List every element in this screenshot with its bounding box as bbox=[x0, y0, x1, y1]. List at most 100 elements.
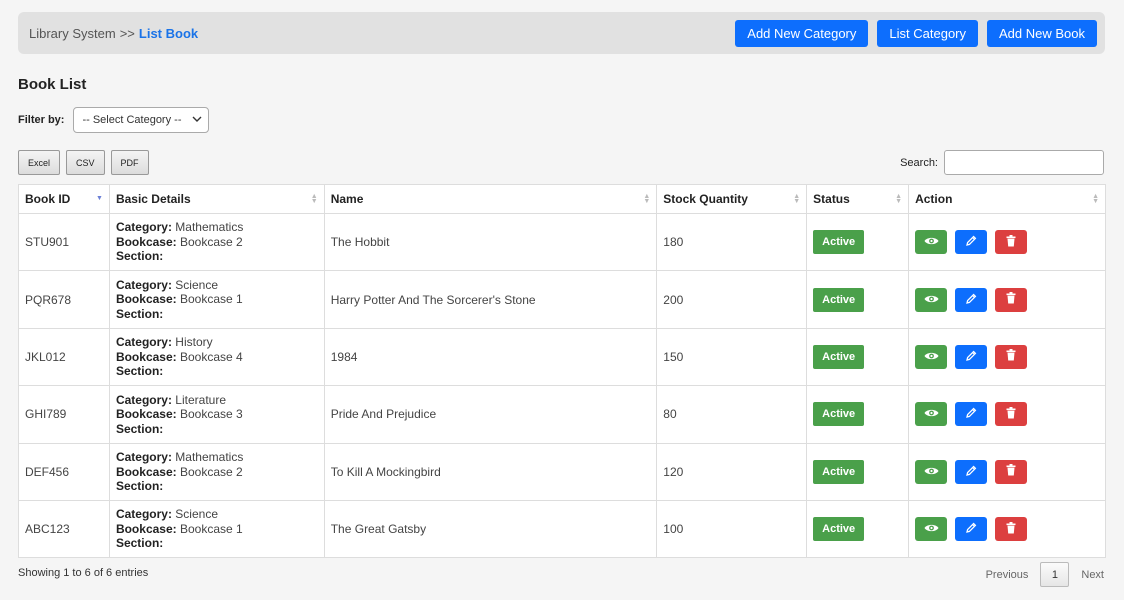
delete-button[interactable] bbox=[995, 344, 1028, 369]
status-badge: Active bbox=[813, 517, 865, 542]
sort-icon: ▲ ▼ bbox=[310, 193, 318, 205]
view-button[interactable] bbox=[915, 230, 948, 255]
status-cell: Active bbox=[806, 442, 910, 501]
category-select[interactable]: -- Select Category -- bbox=[73, 107, 210, 133]
page-1-button[interactable]: 1 bbox=[1040, 562, 1070, 587]
column-header-book-id[interactable]: Book ID ▼ bbox=[18, 184, 110, 214]
view-button[interactable] bbox=[915, 402, 948, 427]
section-label: Section: bbox=[115, 421, 164, 436]
column-header-label: Book ID bbox=[25, 192, 71, 206]
export-buttons: Excel CSV PDF bbox=[18, 150, 149, 175]
table-info: Showing 1 to 6 of 6 entries bbox=[18, 567, 149, 579]
basic-details-cell: Category: Science Bookcase: Bookcase 1 Sec… bbox=[108, 270, 325, 329]
search-input[interactable] bbox=[944, 150, 1104, 175]
status-badge: Active bbox=[813, 230, 865, 255]
table-row: ABC123 Category: Science Bookcase: Bookcas… bbox=[18, 499, 1106, 559]
category-value: Science bbox=[175, 277, 218, 292]
section-label: Section: bbox=[115, 364, 164, 379]
pencil-icon bbox=[965, 465, 977, 479]
delete-button[interactable] bbox=[995, 230, 1028, 255]
trash-icon bbox=[1006, 349, 1016, 364]
bookcase-value: Bookcase 3 bbox=[179, 407, 243, 422]
pagination: Previous 1 Next bbox=[986, 562, 1104, 587]
bookcase-value: Bookcase 1 bbox=[179, 521, 243, 536]
chevron-down-icon bbox=[192, 114, 202, 126]
category-filter: Filter by: -- Select Category -- bbox=[18, 107, 210, 133]
edit-button[interactable] bbox=[955, 230, 988, 255]
edit-button[interactable] bbox=[955, 344, 988, 369]
top-buttons: Add New Category List Category Add New B… bbox=[735, 19, 1097, 47]
sort-icon: ▲ ▼ bbox=[895, 193, 903, 205]
book-name-cell: To Kill A Mockingbird bbox=[323, 442, 658, 501]
pdf-button[interactable]: PDF bbox=[110, 150, 149, 175]
page-title: Book List bbox=[18, 76, 87, 93]
delete-button[interactable] bbox=[995, 517, 1028, 542]
book-id-cell: DEF456 bbox=[18, 442, 110, 501]
eye-icon bbox=[924, 350, 939, 364]
trash-icon bbox=[1006, 521, 1016, 537]
view-button[interactable] bbox=[915, 459, 948, 484]
filter-label: Filter by: bbox=[18, 114, 65, 126]
book-name-cell: The Great Gatsby bbox=[323, 499, 658, 559]
book-id-cell: JKL012 bbox=[18, 327, 110, 387]
add-new-book-button[interactable]: Add New Book bbox=[987, 19, 1097, 47]
column-header-basic-details[interactable]: Basic Details ▲ ▼ bbox=[108, 184, 325, 214]
pencil-icon bbox=[965, 350, 977, 364]
column-header-label: Name bbox=[330, 192, 364, 206]
category-label: Category: bbox=[115, 450, 172, 464]
trash-icon bbox=[1006, 464, 1016, 479]
section-label: Section: bbox=[115, 536, 164, 551]
status-cell: Active bbox=[806, 327, 910, 387]
eye-icon bbox=[924, 293, 939, 307]
column-header-label: Stock Quantity bbox=[663, 192, 748, 206]
edit-button[interactable] bbox=[955, 517, 988, 542]
category-value: History bbox=[175, 335, 213, 350]
edit-button[interactable] bbox=[955, 459, 988, 484]
add-new-category-button[interactable]: Add New Category bbox=[735, 19, 869, 47]
bookcase-label: Bookcase: bbox=[115, 521, 177, 536]
column-header-stock-quantity[interactable]: Stock Quantity ▲ ▼ bbox=[656, 184, 808, 214]
edit-button[interactable] bbox=[955, 402, 988, 427]
view-button[interactable] bbox=[915, 287, 948, 312]
delete-button[interactable] bbox=[995, 287, 1028, 312]
stock-quantity-cell: 200 bbox=[656, 270, 808, 329]
bookcase-value: Bookcase 2 bbox=[179, 234, 243, 249]
section-label: Section: bbox=[115, 479, 164, 493]
previous-page-button[interactable]: Previous bbox=[986, 569, 1029, 581]
excel-button[interactable]: Excel bbox=[18, 150, 61, 175]
action-cell bbox=[908, 499, 1106, 559]
action-cell bbox=[908, 270, 1106, 329]
bookcase-label: Bookcase: bbox=[115, 464, 177, 479]
table-row: STU901 Category: Mathematics Bookcase: Boo… bbox=[18, 212, 1106, 272]
edit-button[interactable] bbox=[955, 287, 988, 312]
column-header-action[interactable]: Action ▲ ▼ bbox=[908, 184, 1106, 214]
category-select-value: -- Select Category -- bbox=[82, 114, 182, 126]
delete-button[interactable] bbox=[995, 402, 1028, 427]
column-header-status[interactable]: Status ▲ ▼ bbox=[806, 184, 910, 214]
sort-icon: ▲ ▼ bbox=[793, 193, 801, 205]
bookcase-value: Bookcase 1 bbox=[179, 292, 243, 307]
column-header-label: Basic Details bbox=[115, 192, 191, 206]
eye-icon bbox=[924, 235, 939, 249]
next-page-button[interactable]: Next bbox=[1081, 569, 1104, 581]
view-button[interactable] bbox=[915, 344, 948, 369]
book-id-cell: ABC123 bbox=[18, 499, 110, 559]
pencil-icon bbox=[965, 522, 977, 536]
csv-button[interactable]: CSV bbox=[66, 150, 105, 175]
pencil-icon bbox=[965, 235, 977, 249]
basic-details-cell: Category: Science Bookcase: Bookcase 1 Sec… bbox=[108, 499, 325, 559]
view-button[interactable] bbox=[915, 517, 948, 542]
delete-button[interactable] bbox=[995, 459, 1028, 484]
list-category-button[interactable]: List Category bbox=[877, 19, 978, 47]
breadcrumb-root[interactable]: Library System bbox=[29, 26, 116, 41]
bookcase-label: Bookcase: bbox=[115, 407, 177, 422]
bookcase-label: Bookcase: bbox=[115, 234, 177, 249]
bookcase-label: Bookcase: bbox=[115, 349, 177, 364]
trash-icon bbox=[1006, 234, 1016, 250]
eye-icon bbox=[924, 522, 939, 536]
book-name-cell: The Hobbit bbox=[323, 212, 658, 272]
column-header-name[interactable]: Name ▲ ▼ bbox=[323, 184, 658, 214]
breadcrumb: Library System >> List Book bbox=[29, 26, 198, 41]
status-cell: Active bbox=[806, 385, 910, 444]
status-badge: Active bbox=[813, 344, 865, 369]
